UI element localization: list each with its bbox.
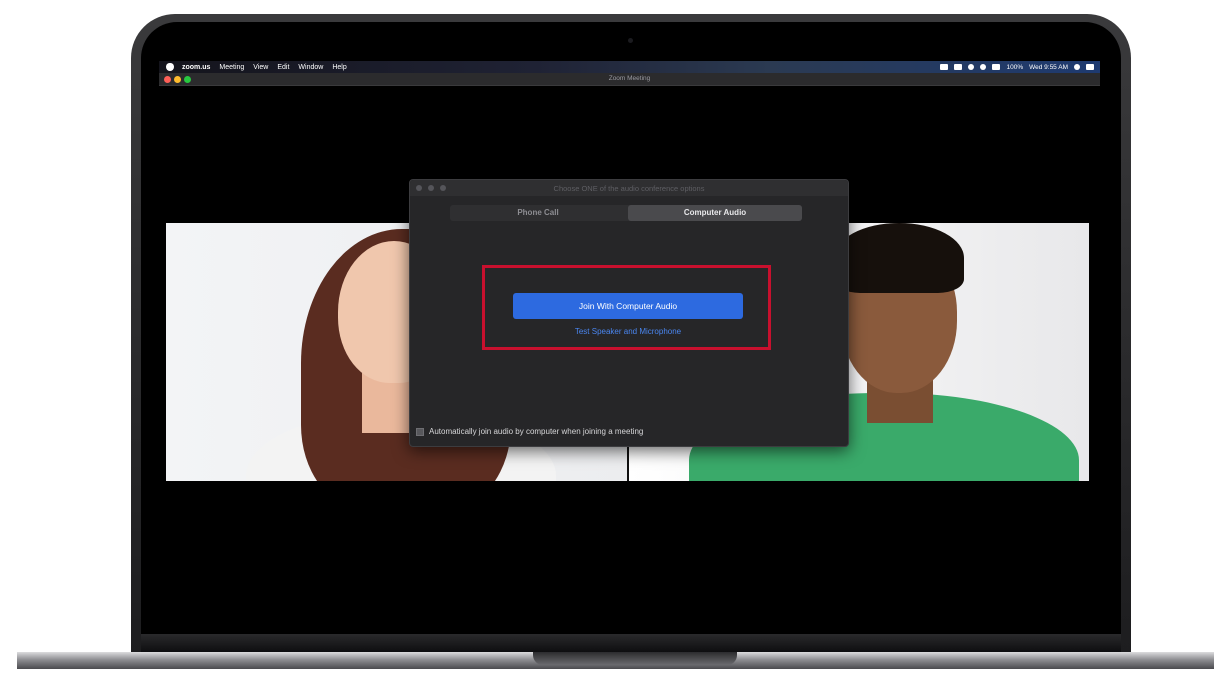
menu-zoom-us[interactable]: zoom.us [182,64,210,71]
volume-icon[interactable] [992,64,1001,70]
apple-logo-icon[interactable] [166,63,174,71]
search-icon[interactable] [1074,64,1080,70]
window-titlebar: Zoom Meeting [159,73,1100,86]
participant-hair [834,223,964,293]
dialog-titlebar: Choose ONE of the audio conference optio… [410,180,848,196]
menu-edit[interactable]: Edit [277,64,289,71]
menu-window[interactable]: Window [298,64,323,71]
audio-options-dialog: Choose ONE of the audio conference optio… [409,179,849,447]
audio-tab-bar: Phone Call Computer Audio [450,205,802,221]
menu-meeting[interactable]: Meeting [219,64,244,71]
menu-view[interactable]: View [253,64,268,71]
tab-computer-audio[interactable]: Computer Audio [628,205,802,221]
cloud-icon[interactable] [954,64,963,70]
zoom-icon[interactable] [940,64,949,70]
wifi-icon[interactable] [980,64,987,70]
dialog-title: Choose ONE of the audio conference optio… [553,184,705,193]
window-title: Zoom Meeting [608,75,651,82]
join-computer-audio-button[interactable]: Join With Computer Audio [513,293,743,319]
auto-join-label[interactable]: Automatically join audio by computer whe… [429,427,643,436]
tab-phone-call[interactable]: Phone Call [450,205,626,221]
webcam-icon [628,38,633,43]
status-area: 100% Wed 9:55 AM [940,61,1094,73]
auto-join-row: Automatically join audio by computer whe… [416,427,643,436]
battery-percent[interactable]: 100% [1006,64,1023,71]
laptop-notch [533,652,737,665]
list-icon[interactable] [1086,64,1094,70]
auto-join-checkbox[interactable] [416,427,424,436]
spotlight-icon[interactable] [968,64,975,70]
menu-clock[interactable]: Wed 9:55 AM [1029,64,1068,71]
menu-help[interactable]: Help [332,64,346,71]
menu-bar: zoom.us Meeting View Edit Window Help 10… [159,61,1100,73]
test-speaker-microphone-link[interactable]: Test Speaker and Microphone [513,327,743,336]
laptop-chin [141,634,1121,652]
laptop-screen: zoom.us Meeting View Edit Window Help 10… [159,61,1100,621]
